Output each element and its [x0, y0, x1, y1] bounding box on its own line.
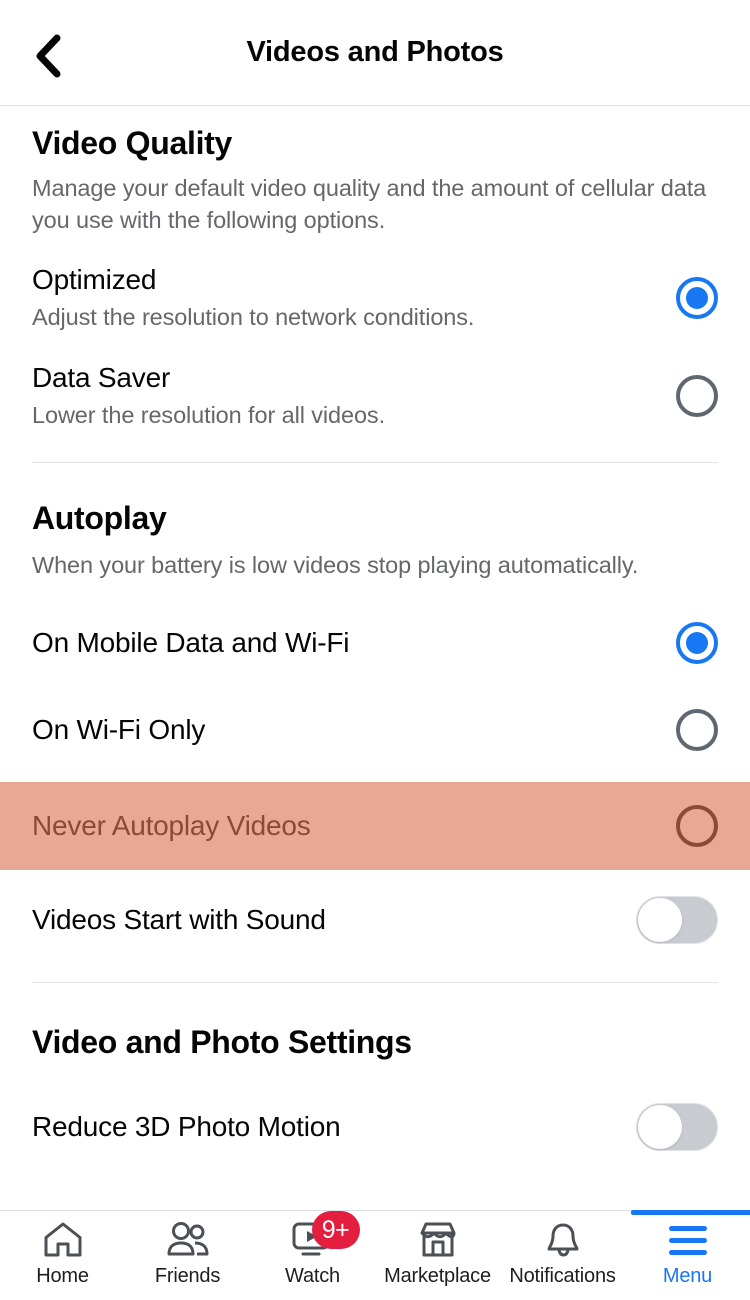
- bell-icon: [544, 1219, 582, 1261]
- nav-item-home[interactable]: Home: [0, 1211, 125, 1300]
- nav-item-menu[interactable]: Menu: [625, 1210, 750, 1300]
- video-photo-settings-section: Video and Photo Settings: [0, 983, 750, 1061]
- option-row-data-saver[interactable]: Data Saver Lower the resolution for all …: [0, 361, 750, 431]
- radio-on-mobile-data-and-wifi[interactable]: [676, 622, 718, 665]
- toggle-knob: [638, 1105, 682, 1150]
- setting-row-videos-start-with-sound[interactable]: Videos Start with Sound: [0, 890, 750, 950]
- option-texts: Data Saver Lower the resolution for all …: [32, 361, 676, 431]
- option-texts: Optimized Adjust the resolution to netwo…: [32, 263, 676, 333]
- setting-texts: Reduce 3D Photo Motion: [32, 1110, 636, 1144]
- hamburger-icon: [668, 1219, 707, 1261]
- nav-item-watch[interactable]: 9+ Watch: [250, 1211, 375, 1300]
- home-icon: [43, 1219, 83, 1261]
- section-heading-video-quality: Video Quality: [32, 125, 233, 161]
- marketplace-icon: [418, 1219, 458, 1261]
- option-title: Optimized: [32, 263, 157, 295]
- autoplay-section: Autoplay When your battery is low videos…: [0, 463, 750, 581]
- section-heading-autoplay: Autoplay: [32, 499, 167, 536]
- active-tab-indicator: [631, 1210, 750, 1215]
- nav-label: Marketplace: [384, 1265, 491, 1287]
- option-row-on-mobile-data-and-wifi[interactable]: On Mobile Data and Wi-Fi: [0, 613, 750, 673]
- setting-texts: Videos Start with Sound: [32, 903, 636, 937]
- video-quality-section: Video Quality Manage your default video …: [0, 107, 750, 237]
- option-texts: Never Autoplay Videos: [32, 809, 676, 843]
- section-description-autoplay: When your battery is low videos stop pla…: [32, 551, 639, 578]
- option-title: On Wi-Fi Only: [32, 714, 206, 746]
- radio-data-saver[interactable]: [676, 374, 718, 417]
- section-description-video-quality: Manage your default video quality and th…: [32, 175, 707, 234]
- toggle-reduce-3d-photo-motion[interactable]: [636, 1103, 718, 1152]
- option-row-never-autoplay-videos[interactable]: Never Autoplay Videos: [0, 782, 750, 871]
- section-heading-video-photo-settings: Video and Photo Settings: [32, 1024, 412, 1061]
- toggle-knob: [638, 898, 682, 943]
- option-texts: On Mobile Data and Wi-Fi: [32, 626, 676, 660]
- radio-on-wifi-only[interactable]: [676, 709, 718, 752]
- watch-badge: 9+: [311, 1211, 360, 1249]
- friends-icon: [166, 1219, 210, 1261]
- app-screen: Videos and Photos Video Quality Manage y…: [0, 0, 750, 1300]
- watch-icon: 9+: [290, 1211, 360, 1261]
- option-row-on-wifi-only[interactable]: On Wi-Fi Only: [0, 700, 750, 760]
- nav-label: Friends: [154, 1265, 221, 1287]
- nav-label: Home: [36, 1265, 89, 1287]
- radio-never-autoplay-videos[interactable]: [676, 805, 718, 848]
- option-title: On Mobile Data and Wi-Fi: [32, 627, 350, 659]
- nav-item-marketplace[interactable]: Marketplace: [375, 1211, 500, 1300]
- option-subtitle: Lower the resolution for all videos.: [32, 402, 386, 429]
- toggle-videos-start-with-sound[interactable]: [636, 896, 718, 945]
- option-row-optimized[interactable]: Optimized Adjust the resolution to netwo…: [0, 263, 750, 333]
- radio-optimized[interactable]: [676, 276, 718, 319]
- nav-item-notifications[interactable]: Notifications: [500, 1211, 625, 1300]
- bottom-navigation-bar: Home Friends 9+ Watch Marketplace Notifi…: [0, 1210, 750, 1300]
- setting-title: Reduce 3D Photo Motion: [32, 1111, 341, 1143]
- option-title: Never Autoplay Videos: [32, 810, 311, 842]
- page-title: Videos and Photos: [246, 36, 504, 68]
- nav-label: Notifications: [509, 1265, 616, 1287]
- nav-item-friends[interactable]: Friends: [125, 1211, 250, 1300]
- setting-row-reduce-3d-photo-motion[interactable]: Reduce 3D Photo Motion: [0, 1097, 750, 1157]
- page-header: Videos and Photos: [0, 0, 750, 106]
- option-title: Data Saver: [32, 361, 171, 393]
- settings-content: Video Quality Manage your default video …: [0, 107, 750, 1300]
- nav-label: Watch: [285, 1265, 340, 1287]
- option-subtitle: Adjust the resolution to network conditi…: [32, 304, 475, 331]
- option-texts: On Wi-Fi Only: [32, 713, 676, 747]
- nav-label: Menu: [662, 1265, 713, 1287]
- setting-title: Videos Start with Sound: [32, 904, 326, 936]
